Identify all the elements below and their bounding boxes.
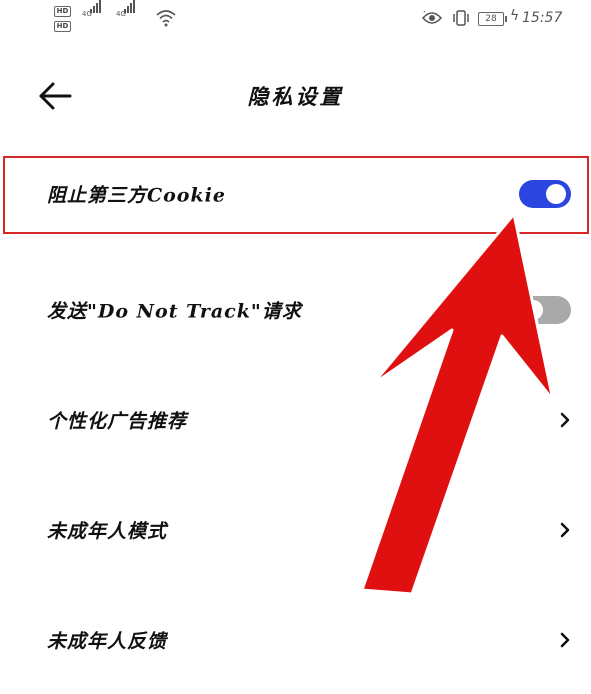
header: 隐私设置 [0,62,591,132]
do-not-track-toggle[interactable] [519,296,571,324]
privacy-settings-screen: HD HD 4G 4G 28 ϟ 15:57 隐私设置 阻止第三方Cookie … [0,0,591,694]
hd-badge-2: HD [54,21,71,32]
toggle-knob [546,184,566,204]
charging-icon: ϟ [510,8,520,24]
vibrate-icon [453,10,469,26]
eye-care-icon [422,11,442,24]
setting-label: 发送"Do Not Track"请求 [47,300,302,323]
hd-badge-icon: HD HD [54,6,76,36]
setting-do-not-track[interactable]: 发送"Do Not Track"请求 [0,266,591,354]
setting-label: 个性化广告推荐 [47,410,188,433]
setting-personalized-ads[interactable]: 个性化广告推荐 [0,376,591,464]
setting-block-third-party-cookies[interactable]: 阻止第三方Cookie [0,150,591,238]
toggle-knob [523,300,543,320]
status-bar: HD HD 4G 4G 28 ϟ 15:57 [0,0,591,40]
setting-label: 未成年人反馈 [47,630,168,653]
hd-badge-1: HD [54,6,71,17]
chevron-right-icon [560,522,570,538]
battery-icon: 28 [478,12,507,26]
setting-label: 阻止第三方Cookie [47,184,226,207]
setting-minor-mode[interactable]: 未成年人模式 [0,486,591,574]
status-time: 15:57 [522,10,563,26]
wifi-icon [156,10,176,27]
page-title: 隐私设置 [247,84,344,109]
block-cookies-toggle[interactable] [519,180,571,208]
setting-label: 未成年人模式 [47,520,168,543]
setting-minor-feedback[interactable]: 未成年人反馈 [0,596,591,684]
chevron-right-icon [560,412,570,428]
chevron-right-icon [560,632,570,648]
